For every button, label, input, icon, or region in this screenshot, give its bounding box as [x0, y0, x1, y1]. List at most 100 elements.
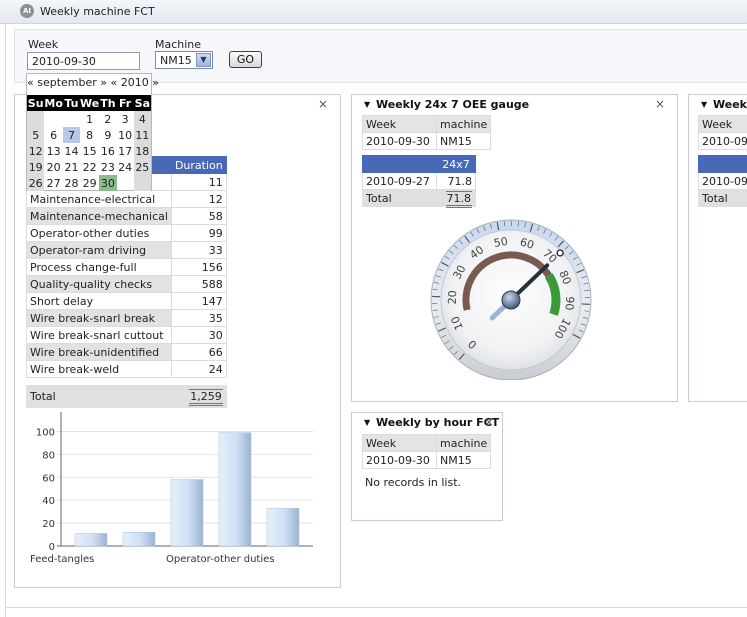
day-name: Mo — [44, 95, 63, 111]
calendar-day[interactable]: 6 — [44, 127, 63, 143]
table-row: Wire break-unidentified 66 — [26, 343, 227, 361]
calendar-day[interactable]: 4 — [133, 111, 151, 127]
day-name: We — [80, 95, 100, 111]
chart-bar[interactable] — [218, 432, 252, 547]
table-row: 2010-09-27 71.8 — [362, 172, 476, 190]
calendar-day[interactable]: 16 — [99, 143, 116, 159]
table-row: Wire break-snarl cuttout 30 — [26, 326, 227, 344]
chart-bar[interactable] — [122, 532, 156, 547]
machine-header: machine — [435, 434, 492, 452]
chart-bar[interactable] — [74, 533, 108, 547]
calendar-empty-cell — [63, 111, 80, 127]
duration-value: 147 — [170, 292, 227, 310]
calendar-day[interactable]: 5 — [27, 127, 45, 143]
date-picker-popup: « september » « 2010 » Su Mo Tu We Th Fr Sa 1 2 3… — [26, 73, 159, 191]
y-tick-label: 80 — [42, 450, 55, 461]
close-icon[interactable]: × — [655, 97, 665, 111]
collapse-triangle-icon[interactable]: ▼ — [364, 100, 370, 109]
hour-panel-title: Weekly by hour FCT — [376, 416, 500, 429]
machine-header: machine — [435, 115, 492, 133]
close-icon[interactable]: × — [484, 415, 494, 429]
calendar-day[interactable]: 18 — [133, 143, 151, 159]
machine-select-value: NM15 — [160, 54, 192, 67]
gauge-tick-label: 20 — [446, 290, 460, 305]
collapse-triangle-icon[interactable]: ▼ — [701, 100, 707, 109]
duration-table: Duration 11 Maintenance-electrical 12 Maint… — [26, 156, 227, 408]
prev-month-button[interactable]: « — [27, 76, 34, 89]
next-year-button[interactable]: » — [152, 76, 159, 89]
chart-bar[interactable] — [170, 479, 204, 547]
calendar-day[interactable]: 21 — [63, 159, 80, 175]
day-name: Fr — [116, 95, 134, 111]
calendar-day[interactable]: 25 — [133, 159, 151, 175]
cause-label: Wire break-weld — [26, 360, 172, 378]
app-logo-icon: AI — [20, 4, 34, 18]
duration-value: 12 — [170, 190, 227, 208]
machine-label: Machine — [155, 38, 202, 51]
x-tick-label: Operator-other duties — [166, 554, 274, 565]
calendar-empty-cell — [27, 111, 45, 127]
week-input[interactable] — [27, 52, 140, 70]
calendar-day[interactable]: 1 — [80, 111, 99, 127]
calendar-day[interactable]: 30 — [99, 175, 117, 191]
calendar-day[interactable]: 24 — [117, 159, 134, 175]
calendar-empty-cell — [117, 175, 134, 191]
calendar-day[interactable]: 7 — [62, 127, 81, 143]
calendar-day[interactable]: 9 — [99, 127, 116, 143]
chevron-down-icon[interactable]: ▼ — [196, 53, 211, 67]
table-row: Maintenance-mechanical 58 — [26, 207, 227, 225]
calendar-day[interactable]: 12 — [27, 143, 45, 159]
calendar-nav: « september » « 2010 » — [27, 76, 159, 89]
collapse-triangle-icon[interactable]: ▼ — [364, 418, 370, 427]
calendar-day[interactable]: 14 — [63, 143, 80, 159]
prev-year-button[interactable]: « — [111, 76, 118, 89]
machine-value: NM15 — [435, 451, 492, 469]
oee-24x7-header[interactable]: 24x7 — [436, 155, 476, 173]
calendar-day[interactable]: 17 — [117, 143, 134, 159]
y-tick-label: 40 — [42, 496, 55, 507]
calendar-day[interactable]: 13 — [44, 143, 63, 159]
calendar-day[interactable]: 29 — [80, 175, 99, 191]
third-data-table: 2010-09 Total — [698, 155, 747, 207]
table-row: Process change-full 156 — [26, 258, 227, 276]
calendar-empty-cell — [133, 175, 151, 191]
chart-bar[interactable] — [266, 507, 300, 547]
close-icon[interactable]: × — [318, 97, 328, 111]
calendar-day[interactable]: 8 — [80, 127, 99, 143]
day-name: Tu — [62, 95, 81, 111]
calendar-day[interactable]: 19 — [27, 159, 45, 175]
calendar-day[interactable]: 11 — [133, 127, 151, 143]
calendar-day[interactable]: 10 — [117, 127, 134, 143]
table-row: Operator-ram driving 33 — [26, 241, 227, 259]
oee-params-table: Week machine 2010-09-30 NM15 — [362, 115, 492, 150]
duration-value: 30 — [170, 326, 227, 344]
cause-label: Operator-ram driving — [26, 241, 172, 259]
duration-value: 99 — [170, 224, 227, 242]
go-button[interactable]: GO — [229, 51, 262, 68]
cause-label: Short delay — [26, 292, 172, 310]
calendar-day[interactable]: 3 — [117, 111, 134, 127]
x-tick-label: Feed-tangles — [30, 554, 94, 565]
calendar-day[interactable]: 28 — [63, 175, 80, 191]
hour-params-table: Week machine 2010-09-30 NM15 — [362, 434, 492, 469]
oee-gauge: 01020304050 60708090100 — [430, 219, 592, 380]
calendar-day[interactable]: 15 — [80, 143, 99, 159]
duration-value: 66 — [170, 343, 227, 361]
machine-select[interactable]: NM15 ▼ — [155, 51, 213, 69]
calendar-day[interactable]: 2 — [99, 111, 116, 127]
total-row: Total 71.8 — [362, 189, 476, 208]
total-label: Total — [698, 189, 747, 207]
calendar-day[interactable]: 26 — [27, 175, 45, 191]
calendar-day[interactable]: 23 — [99, 159, 116, 175]
row-week: 2010-09 — [698, 172, 747, 190]
week-header: Week — [362, 434, 437, 452]
next-month-button[interactable]: » — [100, 76, 107, 89]
duration-value: 58 — [170, 207, 227, 225]
blank-header — [698, 155, 747, 173]
calendar-day[interactable]: 27 — [44, 175, 63, 191]
week-header: Week — [362, 115, 437, 133]
calendar-day[interactable]: 20 — [44, 159, 63, 175]
calendar-day[interactable]: 22 — [80, 159, 99, 175]
cause-label: Operator-other duties — [26, 224, 172, 242]
duration-header[interactable]: Duration — [170, 156, 227, 174]
